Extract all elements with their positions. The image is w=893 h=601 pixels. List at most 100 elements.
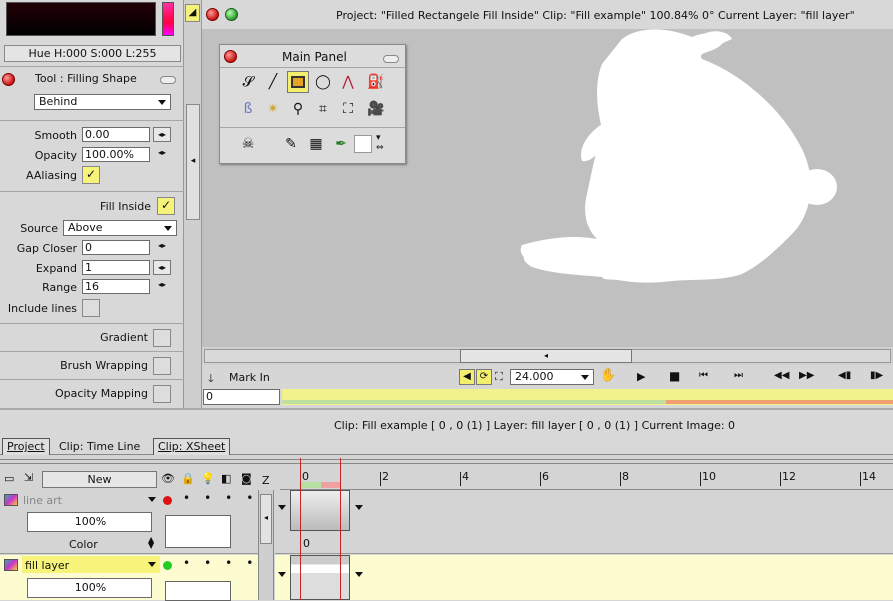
- play-icon[interactable]: ▶: [637, 370, 645, 383]
- close-icon[interactable]: [224, 50, 237, 63]
- expand-input[interactable]: 1: [82, 260, 150, 275]
- step-forward-icon[interactable]: ▮▶: [870, 370, 883, 381]
- bezier-icon[interactable]: ⋀: [337, 71, 359, 93]
- loop-toggle-icon[interactable]: ⟳: [476, 369, 492, 385]
- frame-input[interactable]: 0: [203, 389, 280, 405]
- track-line-art[interactable]: 0: [275, 490, 893, 554]
- scrollbar-thumb[interactable]: ◂: [260, 494, 272, 544]
- source-dropdown[interactable]: Above: [63, 220, 177, 236]
- smooth-input[interactable]: 0.00: [82, 127, 150, 142]
- pen-icon[interactable]: ✎: [280, 133, 302, 155]
- fps-dropdown[interactable]: 24.000: [510, 369, 594, 385]
- maximize-icon[interactable]: [225, 8, 238, 21]
- include-lines-checkbox[interactable]: [82, 299, 100, 317]
- sound-toggle-icon[interactable]: ◀: [459, 369, 475, 385]
- playhead-end[interactable]: [340, 458, 341, 600]
- close-icon[interactable]: [206, 8, 219, 21]
- tab-xsheet[interactable]: Clip: XSheet: [153, 438, 231, 455]
- tab-timeline[interactable]: Clip: Time Line: [59, 439, 140, 454]
- hue-strip[interactable]: [162, 2, 174, 36]
- camera-icon[interactable]: 🎥: [365, 98, 387, 120]
- hscrollbar-thumb[interactable]: ◂: [460, 349, 632, 363]
- opacity-stepper[interactable]: ◂▸: [158, 148, 166, 157]
- line-icon[interactable]: ╱: [262, 71, 284, 93]
- playhead-start[interactable]: [300, 458, 301, 600]
- tab-project[interactable]: Project: [2, 438, 50, 455]
- mode-stepper-icon[interactable]: ▲ ▼: [148, 536, 154, 550]
- first-frame-icon[interactable]: ⏮: [699, 370, 708, 381]
- fit-frame-icon[interactable]: ⛶: [495, 370, 503, 384]
- layer-name[interactable]: fill layer: [25, 559, 69, 572]
- viewer-canvas[interactable]: Main Panel 𝓢 ╱ ◯ ⋀ ⛽ ß ✴ ⚲ ⌗ ⛶ 🎥 ☠ ✎ ▦ ✒…: [202, 29, 893, 347]
- skull-icon[interactable]: ☠: [237, 133, 259, 155]
- fill-mode-dropdown[interactable]: Behind: [34, 94, 171, 110]
- zoom-icon[interactable]: ⚲: [287, 98, 309, 120]
- camera-view-icon[interactable]: ◙: [241, 472, 252, 485]
- layer-menu-arrow-icon[interactable]: [148, 562, 156, 567]
- layer-status-green-icon[interactable]: [163, 561, 172, 570]
- range-stepper[interactable]: ◂▸: [158, 280, 166, 289]
- layer-mode[interactable]: Color: [69, 538, 98, 551]
- brush-fx-icon[interactable]: ß: [237, 98, 259, 120]
- track-fill-layer[interactable]: [275, 555, 893, 600]
- rectangle-icon[interactable]: [287, 71, 309, 93]
- ellipse-icon[interactable]: ◯: [312, 71, 334, 93]
- layers-scrollbar[interactable]: ◂: [258, 490, 274, 600]
- gap-closer-input[interactable]: 0: [82, 240, 150, 255]
- fill-bucket-icon[interactable]: ⛽: [365, 71, 387, 93]
- arrow-down-icon[interactable]: 🡓: [208, 370, 214, 389]
- swap-colors-icon[interactable]: ▾ ⇔: [376, 133, 384, 153]
- aaliasing-checkbox[interactable]: ✓: [82, 166, 100, 184]
- texture-icon[interactable]: ▦: [305, 133, 327, 155]
- layer-menu-arrow-icon[interactable]: [148, 497, 156, 502]
- layer-opacity[interactable]: 100%: [27, 578, 152, 598]
- color-swatch[interactable]: [354, 135, 372, 153]
- frame-ruler[interactable]: 0 2 4 6 8 10 12 14: [280, 470, 893, 490]
- close-icon[interactable]: [2, 73, 15, 86]
- brush-wrapping-checkbox[interactable]: [153, 357, 171, 375]
- new-layer-button[interactable]: New: [42, 471, 157, 488]
- next-frame-icon[interactable]: ▶▶: [799, 370, 814, 381]
- scroll-up-arrow-icon[interactable]: ◢: [185, 4, 200, 22]
- mask-icon[interactable]: ◧: [221, 472, 231, 485]
- layer-status-red-icon[interactable]: [163, 496, 172, 505]
- folder-icon[interactable]: ▭: [4, 472, 14, 485]
- collapse-icon[interactable]: [160, 76, 176, 84]
- sparkle-icon[interactable]: ✴: [262, 98, 284, 120]
- light-icon[interactable]: 💡: [201, 472, 215, 485]
- eyedropper-icon[interactable]: ✒: [330, 133, 352, 155]
- eye-icon[interactable]: 👁: [161, 472, 175, 485]
- expand-stepper[interactable]: ◂▸: [153, 260, 171, 275]
- smooth-stepper[interactable]: ◂▸: [153, 127, 171, 142]
- gap-closer-stepper[interactable]: ◂▸: [158, 241, 166, 250]
- crop-icon[interactable]: ⌗: [312, 98, 334, 120]
- layer-name[interactable]: line art: [23, 494, 62, 507]
- step-back-icon[interactable]: ◀▮: [838, 370, 851, 381]
- keyframe-cell[interactable]: [290, 490, 350, 531]
- divider: [220, 67, 405, 68]
- stop-icon[interactable]: ■: [669, 369, 680, 383]
- range-input[interactable]: 16: [82, 279, 150, 294]
- gradient-checkbox[interactable]: [153, 329, 171, 347]
- transform-icon[interactable]: ⛶: [337, 98, 359, 120]
- color-gradient-preview[interactable]: [6, 2, 156, 36]
- viewer-hscrollbar[interactable]: ◂: [202, 347, 893, 365]
- panel-scrollbar[interactable]: ◢ ◂: [184, 0, 202, 408]
- scrollbar-thumb[interactable]: ◂: [186, 104, 200, 220]
- layer-opacity[interactable]: 100%: [27, 512, 152, 532]
- freehand-icon[interactable]: 𝓢: [237, 71, 259, 93]
- hand-icon[interactable]: ✋: [600, 368, 616, 383]
- lock-icon[interactable]: 🔒: [181, 472, 195, 485]
- layer-row-line-art[interactable]: line art •••• 100% Color ▲ ▼: [0, 490, 258, 554]
- import-icon[interactable]: ⇲: [24, 471, 33, 484]
- layer-row-fill-layer[interactable]: fill layer •••• 100%: [0, 555, 258, 601]
- fill-inside-checkbox[interactable]: ✓: [157, 197, 175, 215]
- opacity-input[interactable]: 100.00%: [82, 147, 150, 162]
- last-frame-icon[interactable]: ⏭: [734, 370, 743, 381]
- opacity-mapping-checkbox[interactable]: [153, 385, 171, 403]
- mark-in-label[interactable]: Mark In: [229, 371, 270, 384]
- keyframe-cell[interactable]: [290, 555, 350, 600]
- frame-slider[interactable]: [282, 389, 893, 405]
- collapse-icon[interactable]: [383, 55, 399, 63]
- prev-frame-icon[interactable]: ◀◀: [774, 370, 789, 381]
